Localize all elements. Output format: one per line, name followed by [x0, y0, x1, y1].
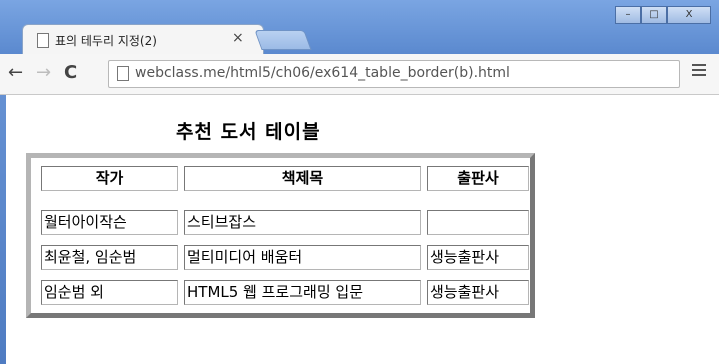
- table-cell: 생능출판사: [427, 280, 529, 305]
- tab-close-button[interactable]: ×: [232, 30, 244, 46]
- maximize-button[interactable]: □: [641, 6, 667, 24]
- back-arrow-icon[interactable]: ←: [8, 62, 23, 83]
- address-bar[interactable]: webclass.me/html5/ch06/ex614_table_borde…: [108, 60, 680, 88]
- title-bar: 표의 테두리 지정(2) × – □ X: [0, 0, 719, 62]
- table-cell: HTML5 웹 프로그래밍 입문: [184, 280, 421, 305]
- book-table: 작가 책제목 출판사 월터아이작슨 스티브잡스 최윤철, 임순범 멀티미디어 배…: [26, 153, 535, 318]
- header-title: 책제목: [184, 166, 421, 191]
- header-author: 작가: [41, 166, 178, 191]
- header-publisher: 출판사: [427, 166, 529, 191]
- minimize-button[interactable]: –: [615, 6, 641, 24]
- table-cell: 생능출판사: [427, 245, 529, 270]
- table-caption: 추천 도서 테이블: [176, 121, 321, 143]
- table-cell: 스티브잡스: [184, 210, 421, 235]
- url-text[interactable]: webclass.me/html5/ch06/ex614_table_borde…: [135, 65, 510, 81]
- menu-icon[interactable]: [692, 64, 706, 78]
- table-cell: 최윤철, 임순범: [41, 245, 178, 270]
- table-cell: 멀티미디어 배움터: [184, 245, 421, 270]
- browser-toolbar: ← → C webclass.me/html5/ch06/ex614_table…: [0, 54, 719, 95]
- page-icon: [37, 33, 49, 48]
- table-cell: 임순범 외: [41, 280, 178, 305]
- table-cell: 월터아이작슨: [41, 210, 178, 235]
- browser-window: 표의 테두리 지정(2) × – □ X ← → C webclass.me/h…: [0, 0, 719, 364]
- tab-title: 표의 테두리 지정(2): [55, 34, 157, 48]
- page-icon: [117, 66, 129, 81]
- close-window-button[interactable]: X: [667, 6, 711, 24]
- page-content: 추천 도서 테이블 작가 책제목 출판사 월터아이작슨 스티브잡스 최윤철, 임…: [6, 95, 719, 364]
- browser-tab[interactable]: 표의 테두리 지정(2) ×: [22, 24, 264, 55]
- new-tab-button[interactable]: [254, 30, 312, 50]
- forward-arrow-icon[interactable]: →: [36, 62, 51, 83]
- reload-icon[interactable]: C: [64, 62, 77, 83]
- window-controls: – □ X: [615, 6, 711, 24]
- table-cell: [427, 210, 529, 235]
